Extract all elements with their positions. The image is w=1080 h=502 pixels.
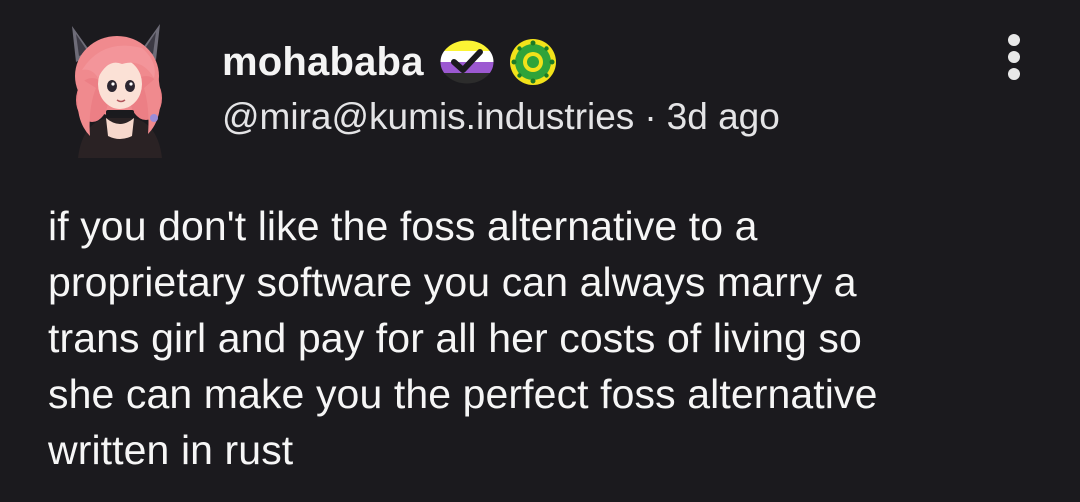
post-card: mohababa @mira@kumis.industries · 3d ago…: [0, 0, 1080, 502]
post-text-line: written in rust: [48, 427, 294, 473]
kebab-dot: [1008, 51, 1020, 63]
avatar-image: [72, 24, 162, 158]
green-yellow-sun-icon: [508, 37, 566, 87]
post-timestamp[interactable]: 3d ago: [667, 96, 780, 137]
author-handle[interactable]: @mira@kumis.industries: [222, 96, 634, 137]
meta-separator: ·: [644, 96, 657, 137]
post-text-line: if you don't like the foss alternative t…: [48, 203, 758, 249]
post-text-line: she can make you the perfect foss altern…: [48, 371, 878, 417]
post-text-line: trans girl and pay for all her costs of …: [48, 315, 862, 361]
meta-row: @mira@kumis.industries · 3d ago: [222, 96, 780, 138]
nonbinary-flag-check-icon: [438, 37, 496, 87]
post-header: mohababa @mira@kumis.industries · 3d ago: [222, 34, 780, 138]
post-content: if you don't like the foss alternative t…: [48, 198, 1058, 478]
avatar[interactable]: [62, 18, 172, 158]
kebab-menu-icon[interactable]: [1000, 34, 1028, 80]
kebab-dot: [1008, 68, 1020, 80]
post-text-line: proprietary software you can always marr…: [48, 259, 857, 305]
name-row: mohababa: [222, 34, 780, 90]
kebab-dot: [1008, 34, 1020, 46]
display-name[interactable]: mohababa: [222, 40, 424, 85]
